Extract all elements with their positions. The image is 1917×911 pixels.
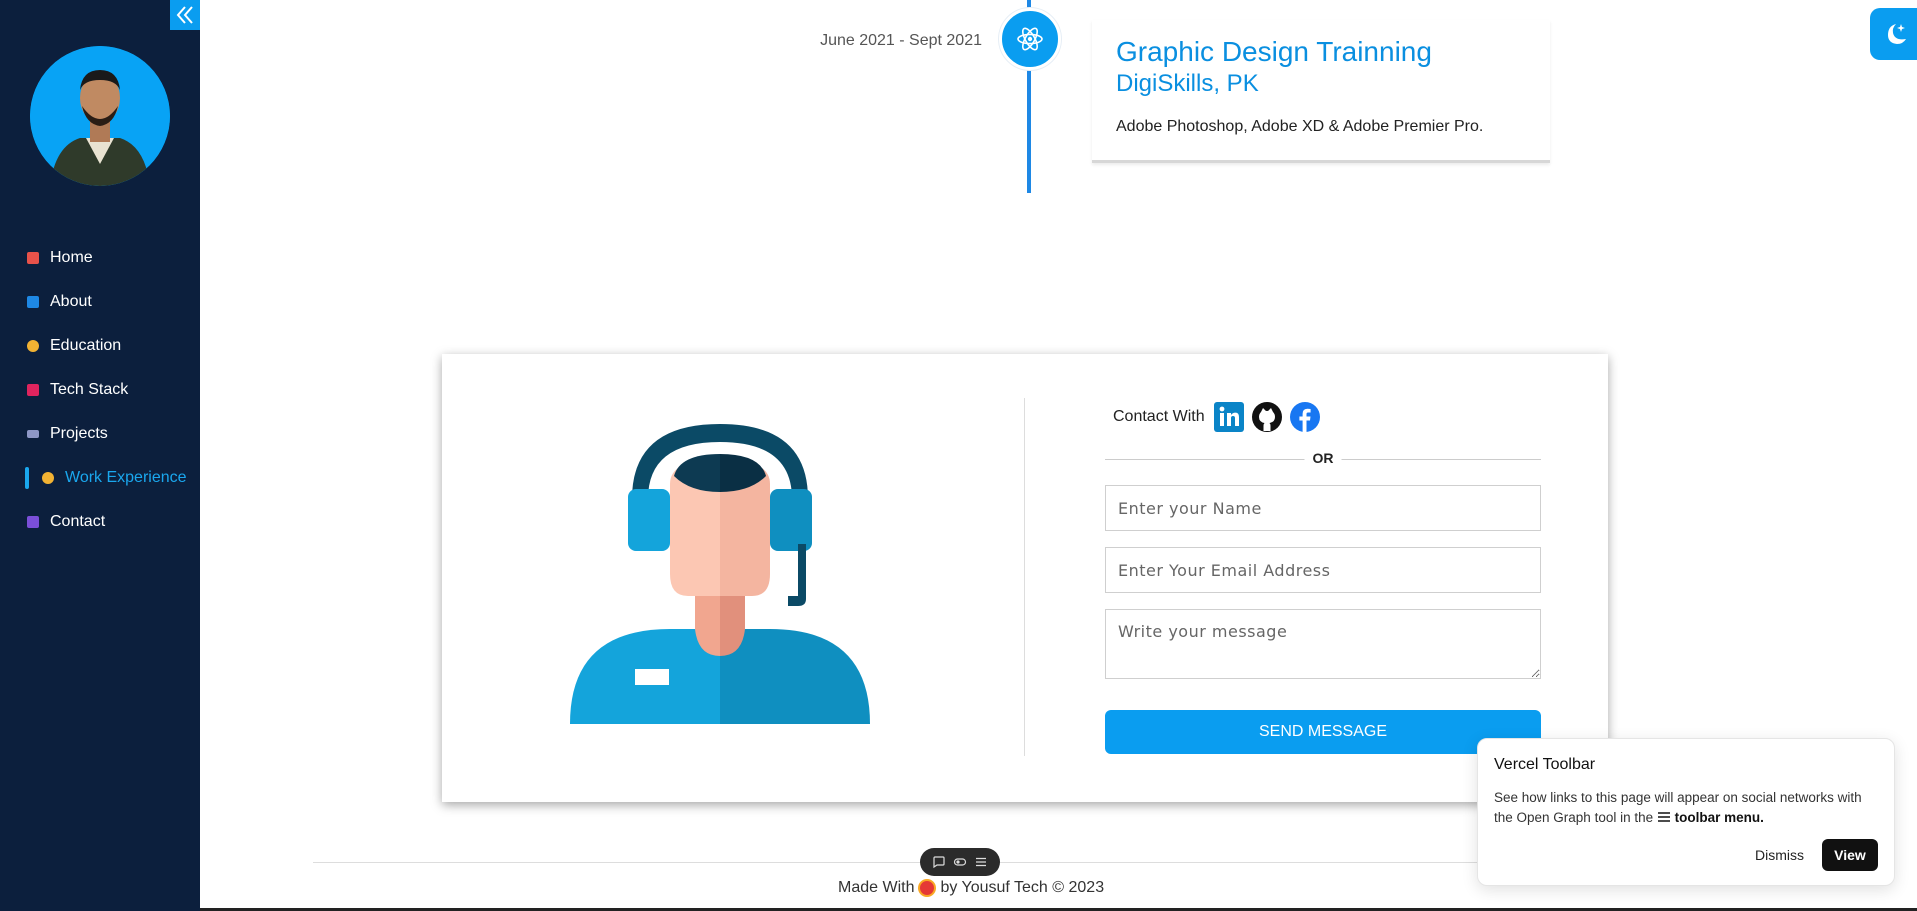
- facebook-link[interactable]: [1289, 401, 1321, 433]
- footer: Made With by Yousuf Tech © 2023: [838, 879, 1104, 897]
- linkedin-icon: [1213, 402, 1244, 432]
- timeline-line: [1027, 68, 1031, 193]
- comment-icon: [933, 856, 945, 869]
- vercel-toolbar-pill[interactable]: [920, 848, 1000, 876]
- footer-prefix: Made With: [838, 879, 915, 896]
- vertical-divider: [1024, 398, 1025, 756]
- student-icon: [27, 340, 39, 352]
- timeline-organization: DigiSkills, PK: [1116, 70, 1259, 97]
- timeline-line: [1027, 0, 1031, 8]
- dismiss-button[interactable]: Dismiss: [1755, 847, 1804, 863]
- sidebar-item-projects[interactable]: Projects: [0, 412, 200, 456]
- linkedin-link[interactable]: [1213, 401, 1245, 433]
- toggle-icon: [953, 858, 967, 866]
- popup-body-link: toolbar menu.: [1674, 810, 1764, 825]
- facebook-icon: [1289, 402, 1320, 432]
- sidebar-item-tech-stack[interactable]: Tech Stack: [0, 368, 200, 412]
- contact-with-label: Contact With: [1113, 408, 1205, 425]
- sidebar-item-label: Contact: [50, 513, 106, 530]
- timeline-date: June 2021 - Sept 2021: [820, 32, 982, 49]
- moon-stars-icon: [1887, 24, 1906, 44]
- contact-card-icon: [27, 516, 39, 528]
- keyboard-icon: [27, 430, 39, 438]
- sidebar-item-work-experience[interactable]: Work Experience: [0, 456, 200, 500]
- github-icon: [1251, 402, 1282, 432]
- github-link[interactable]: [1251, 401, 1283, 433]
- sidebar-item-label: Work Experience: [65, 469, 187, 486]
- email-input[interactable]: [1105, 547, 1541, 593]
- home-icon: [27, 252, 39, 264]
- double-chevron-left-icon: [176, 6, 193, 24]
- menu-icon: [976, 857, 987, 867]
- vercel-toolbar-popup: Vercel Toolbar See how links to this pag…: [1477, 738, 1895, 886]
- react-atom-icon: [1017, 27, 1043, 51]
- contact-with-row: Contact With: [1113, 401, 1327, 433]
- timeline-description: Adobe Photoshop, Adobe XD & Adobe Premie…: [1116, 118, 1484, 135]
- or-separator: OR: [1105, 450, 1541, 470]
- view-button[interactable]: View: [1822, 839, 1878, 871]
- sidebar-item-label: Education: [50, 337, 122, 354]
- footer-divider: [313, 862, 1513, 863]
- sidebar-item-label: About: [50, 293, 92, 310]
- message-textarea[interactable]: [1105, 609, 1541, 679]
- name-input[interactable]: [1105, 485, 1541, 531]
- timeline-title: Graphic Design Trainning: [1116, 36, 1432, 67]
- send-message-button[interactable]: SEND MESSAGE: [1105, 710, 1541, 754]
- collapse-sidebar-button[interactable]: [170, 0, 200, 30]
- sidebar-item-label: Tech Stack: [50, 381, 129, 398]
- or-label: OR: [1304, 450, 1342, 466]
- support-agent-illustration: [570, 424, 870, 724]
- popup-actions: Dismiss View: [1755, 839, 1878, 871]
- sidebar-nav: Home About Education Tech Stack Projects…: [0, 236, 200, 544]
- sidebar-item-education[interactable]: Education: [0, 324, 200, 368]
- timeline-card: Graphic Design Trainning DigiSkills, PK …: [1092, 20, 1550, 163]
- sidebar-item-about[interactable]: About: [0, 280, 200, 324]
- sidebar-item-label: Projects: [50, 425, 108, 442]
- popup-title: Vercel Toolbar: [1494, 756, 1596, 773]
- avatar: [30, 46, 170, 186]
- contact-card: Contact With OR SEND MESS: [442, 354, 1608, 802]
- heart-eyes-emoji-icon: [918, 879, 937, 897]
- popup-body: See how links to this page will appear o…: [1494, 788, 1878, 828]
- worker-icon: [42, 472, 54, 484]
- footer-suffix: by Yousuf Tech © 2023: [940, 879, 1105, 896]
- sidebar-item-home[interactable]: Home: [0, 236, 200, 280]
- dna-icon: [27, 384, 39, 396]
- theme-toggle-button[interactable]: [1870, 8, 1917, 60]
- info-icon: [27, 296, 39, 308]
- timeline-dot: [999, 8, 1061, 70]
- sidebar-item-label: Home: [50, 249, 93, 266]
- sidebar-item-contact[interactable]: Contact: [0, 500, 200, 544]
- menu-icon: [1657, 812, 1670, 822]
- sidebar: Home About Education Tech Stack Projects…: [0, 0, 200, 911]
